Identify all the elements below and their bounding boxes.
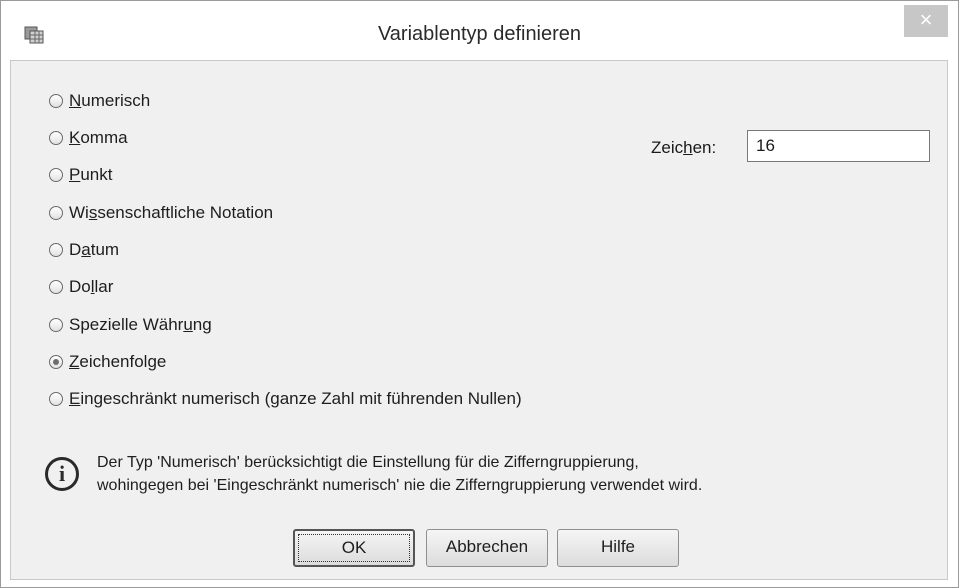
radio-label: Punkt	[69, 165, 113, 184]
radio-button[interactable]	[49, 131, 63, 145]
radio-button-selected[interactable]	[49, 355, 63, 369]
cancel-button-label: Abbrechen	[445, 537, 529, 556]
info-text-line-1: Der Typ 'Numerisch' berücksichtigt die E…	[97, 454, 639, 471]
radio-button[interactable]	[49, 280, 63, 294]
radio-button[interactable]	[49, 206, 63, 220]
ok-button[interactable]: OK	[293, 529, 415, 567]
radio-option-datum[interactable]: Datum	[49, 239, 119, 261]
radio-button[interactable]	[49, 94, 63, 108]
close-button[interactable]: ×	[904, 5, 948, 37]
help-button-label: Hilfe	[600, 537, 635, 556]
cancel-button[interactable]: Abbrechen	[426, 529, 548, 567]
radio-option-wissenschaftliche-notation[interactable]: Wissenschaftliche Notation	[49, 202, 273, 224]
radio-button[interactable]	[49, 168, 63, 182]
radio-label: Eingeschränkt numerisch (ganze Zahl mit …	[69, 389, 522, 408]
info-icon: i	[45, 457, 79, 491]
help-button[interactable]: Hilfe	[557, 529, 679, 567]
close-icon: ×	[919, 7, 933, 32]
radio-label: Spezielle Währung	[69, 315, 212, 334]
window-title: Variablentyp definieren	[377, 23, 582, 45]
radio-option-punkt[interactable]: Punkt	[49, 164, 112, 186]
radio-option-dollar[interactable]: Dollar	[49, 276, 113, 298]
characters-label: Zeichen:	[651, 138, 717, 157]
radio-option-eingeschraenkt-numerisch[interactable]: Eingeschränkt numerisch (ganze Zahl mit …	[49, 388, 522, 410]
info-text-line-2: wohingegen bei 'Eingeschränkt numerisch'…	[97, 477, 703, 494]
radio-label: Numerisch	[69, 91, 151, 110]
title-bar: Variablentyp definieren ×	[1, 1, 958, 59]
radio-label: Komma	[69, 128, 128, 147]
radio-option-zeichenfolge[interactable]: Zeichenfolge	[49, 351, 166, 373]
radio-button[interactable]	[49, 243, 63, 257]
radio-option-spezielle-waehrung[interactable]: Spezielle Währung	[49, 314, 212, 336]
radio-label: Datum	[69, 240, 120, 259]
focus-rectangle	[298, 534, 410, 562]
radio-label: Zeichenfolge	[69, 352, 167, 371]
radio-button[interactable]	[49, 392, 63, 406]
dialog-body: Numerisch Komma Punkt Wissenschaftliche …	[10, 60, 948, 580]
radio-label: Dollar	[69, 277, 114, 296]
radio-option-numerisch[interactable]: Numerisch	[49, 90, 150, 112]
radio-button[interactable]	[49, 318, 63, 332]
radio-option-komma[interactable]: Komma	[49, 127, 128, 149]
characters-input[interactable]	[747, 130, 930, 162]
dialog-window: Variablentyp definieren × Numerisch Komm…	[0, 0, 959, 588]
radio-label: Wissenschaftliche Notation	[69, 203, 274, 222]
